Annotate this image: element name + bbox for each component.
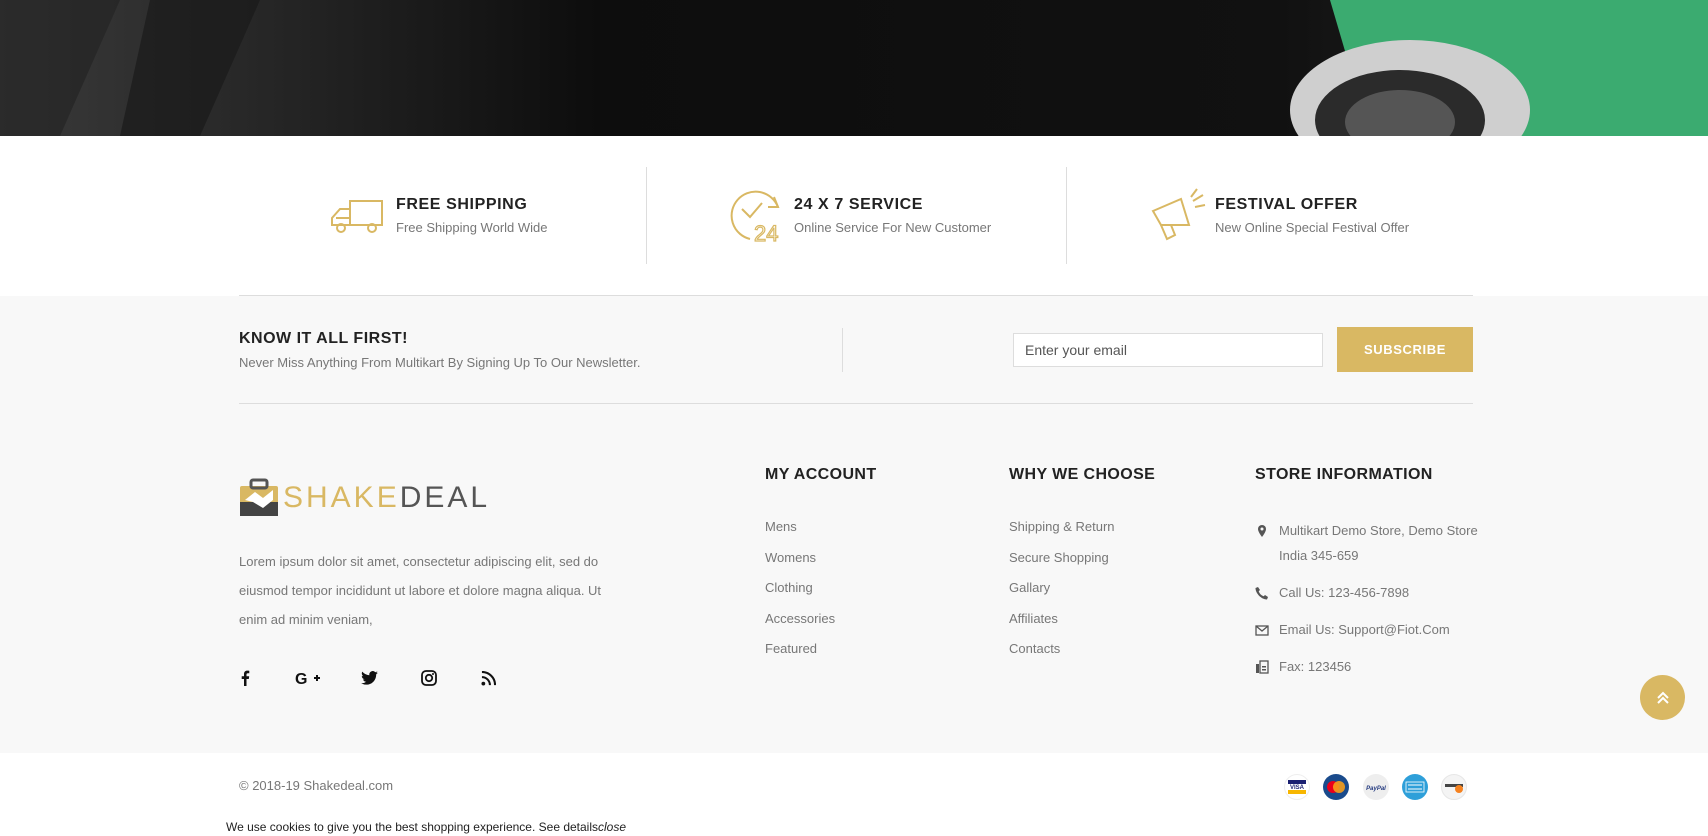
visa-icon: VISA — [1284, 774, 1310, 800]
twitter-icon[interactable] — [357, 666, 381, 690]
service-24x7: 24 24 X 7 SERVICE Online Service For New… — [726, 166, 991, 264]
facebook-icon[interactable] — [233, 666, 257, 690]
fax-icon — [1256, 660, 1269, 674]
cookie-details-link[interactable]: See details — [539, 820, 598, 834]
copyright-text: © 2018-19 Shakedeal.com — [239, 778, 394, 793]
footer-link-featured[interactable]: Featured — [765, 641, 817, 656]
store-email: Email Us: Support@Fiot.Com — [1255, 617, 1450, 642]
clock-24-icon: 24 — [730, 190, 780, 245]
divider — [646, 167, 647, 264]
newsletter-email-input[interactable] — [1013, 333, 1323, 367]
store-address-line2: India 345-659 — [1279, 548, 1359, 563]
store-phone: Call Us: 123-456-7898 — [1255, 580, 1409, 605]
store-fax: Fax: 123456 — [1255, 654, 1351, 679]
footer-link-affiliates[interactable]: Affiliates — [1009, 611, 1058, 626]
service-title: 24 X 7 SERVICE — [794, 195, 924, 213]
service-title: FREE SHIPPING — [396, 195, 528, 213]
footer-link-contacts[interactable]: Contacts — [1009, 641, 1060, 656]
footer-link-accessories[interactable]: Accessories — [765, 611, 835, 626]
divider — [1066, 167, 1067, 264]
svg-text:VISA: VISA — [1290, 785, 1305, 791]
divider — [239, 403, 1473, 404]
cookie-notice: We use cookies to give you the best shop… — [226, 820, 626, 834]
footer-link-gallary[interactable]: Gallary — [1009, 580, 1050, 595]
cookie-close-link[interactable]: close — [598, 820, 626, 834]
megaphone-icon — [1151, 188, 1206, 241]
google-plus-icon[interactable]: G — [293, 666, 323, 690]
discover-icon — [1441, 774, 1467, 800]
store-address-line1: Multikart Demo Store, Demo Store — [1279, 523, 1478, 538]
service-festival-offer: FESTIVAL OFFER New Online Special Festiv… — [1147, 166, 1409, 264]
hero-banner-bottom — [0, 0, 1708, 136]
amex-icon — [1402, 774, 1428, 800]
divider — [842, 328, 843, 372]
footer-link-mens[interactable]: Mens — [765, 519, 797, 534]
svg-text:PayPal: PayPal — [1366, 786, 1386, 792]
newsletter-subtitle: Never Miss Anything From Multikart By Si… — [239, 355, 641, 370]
service-title: FESTIVAL OFFER — [1215, 195, 1358, 213]
store-information-title: STORE INFORMATION — [1255, 466, 1433, 483]
store-phone-text: Call Us: 123-456-7898 — [1279, 585, 1410, 600]
footer-link-clothing[interactable]: Clothing — [765, 580, 813, 595]
instagram-icon[interactable] — [417, 666, 441, 690]
about-text: Lorem ipsum dolor sit amet, consectetur … — [239, 554, 602, 627]
service-subtitle: Free Shipping World Wide — [396, 219, 548, 235]
newsletter-title: KNOW IT ALL FIRST! — [239, 330, 408, 347]
logo-text: SHAKEDEAL — [283, 481, 491, 514]
service-subtitle: Online Service For New Customer — [794, 219, 992, 235]
store-email-text: Email Us: Support@Fiot.Com — [1279, 622, 1450, 637]
store-address: Multikart Demo Store, Demo Store India 3… — [1255, 518, 1478, 568]
phone-icon — [1255, 587, 1268, 600]
truck-icon — [331, 200, 383, 233]
envelope-icon — [1255, 625, 1269, 636]
footer-link-womens[interactable]: Womens — [765, 550, 816, 565]
subscribe-button[interactable]: SUBSCRIBE — [1337, 327, 1473, 372]
svg-text:24: 24 — [754, 221, 778, 245]
rss-icon[interactable] — [476, 666, 500, 690]
service-subtitle: New Online Special Festival Offer — [1215, 219, 1410, 235]
shakedeal-logo[interactable]: SHAKEDEAL — [239, 478, 490, 518]
my-account-title: MY ACCOUNT — [765, 466, 877, 483]
mastercard-icon — [1323, 774, 1349, 800]
hero-image — [0, 0, 1708, 136]
footer-link-shipping-return[interactable]: Shipping & Return — [1009, 519, 1115, 534]
back-to-top-button[interactable] — [1640, 675, 1685, 720]
service-free-shipping: FREE SHIPPING Free Shipping World Wide — [328, 166, 548, 264]
map-marker-icon — [1258, 525, 1266, 537]
footer-link-secure-shopping[interactable]: Secure Shopping — [1009, 550, 1109, 565]
handshake-briefcase-icon — [240, 478, 278, 516]
divider — [239, 295, 1473, 296]
store-fax-text: Fax: 123456 — [1279, 659, 1352, 674]
why-we-choose-title: WHY WE CHOOSE — [1009, 466, 1156, 483]
svg-text:G: G — [295, 671, 307, 686]
cookie-text: We use cookies to give you the best shop… — [226, 820, 539, 834]
paypal-icon: PayPal — [1363, 774, 1389, 800]
double-chevron-up-icon — [1656, 691, 1669, 704]
